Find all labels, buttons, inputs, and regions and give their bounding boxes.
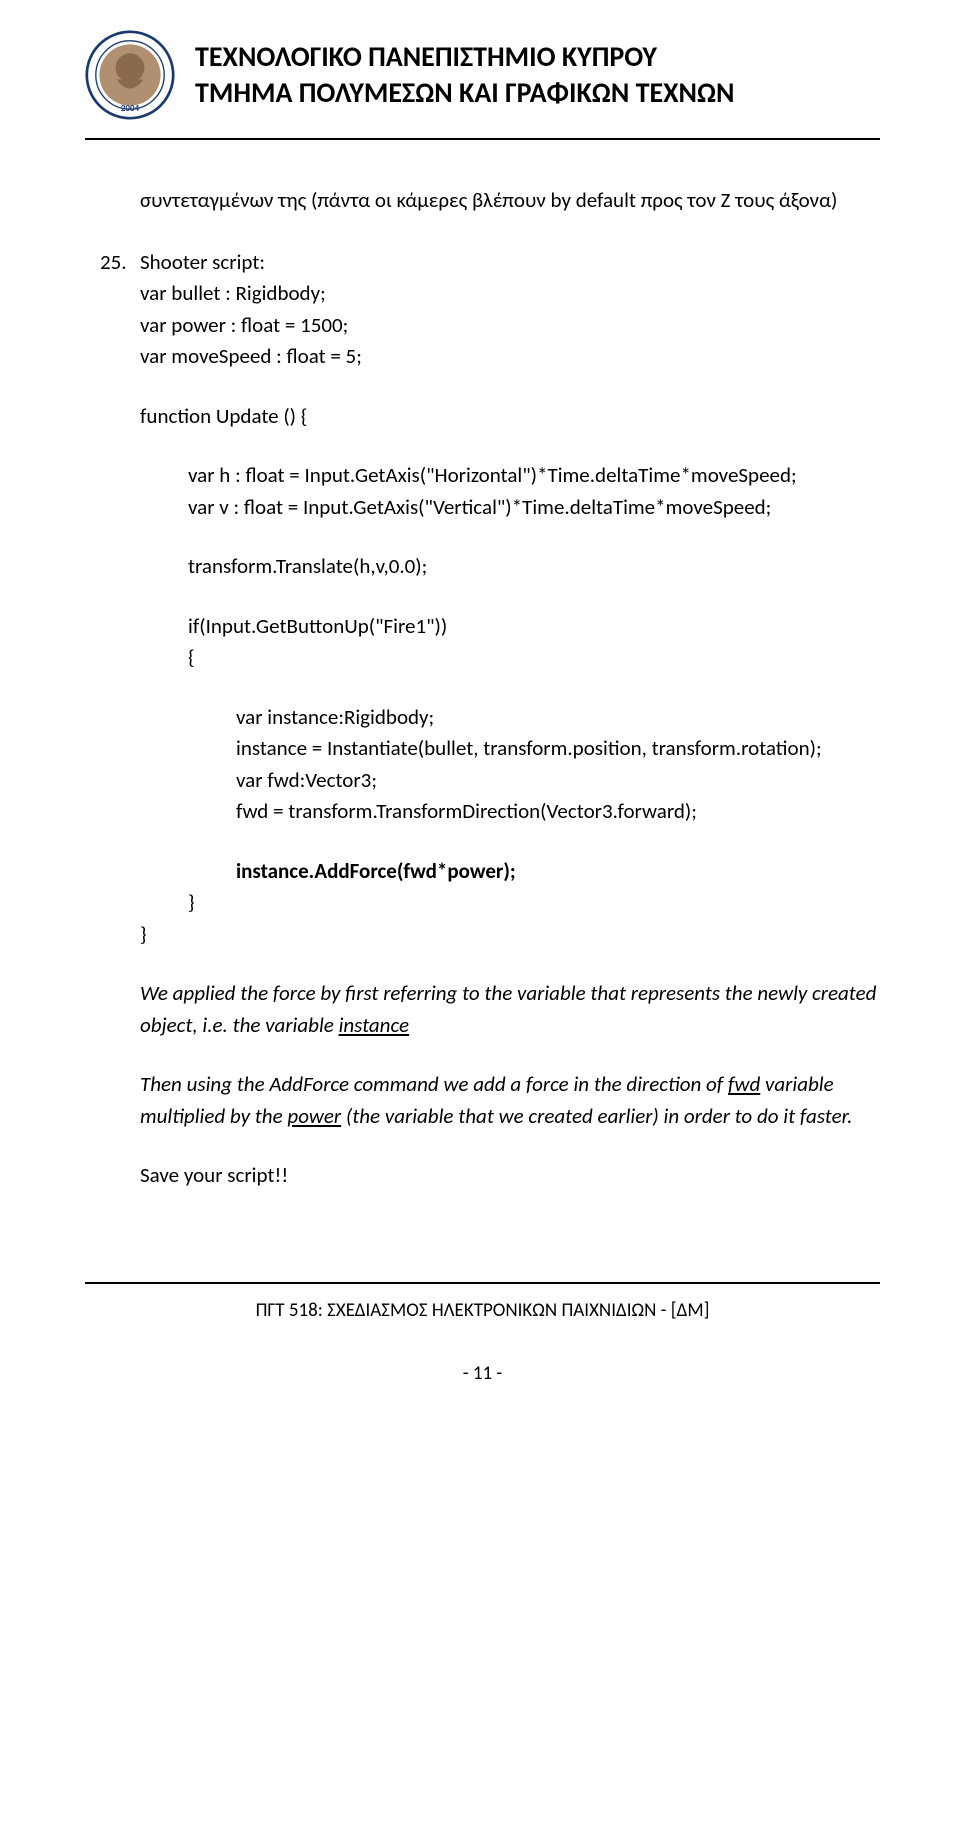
code-line: fwd = transform.TransformDirection(Vecto… [140, 796, 880, 828]
list-number: 25. [100, 247, 127, 279]
footer-divider [85, 1282, 880, 1284]
header-line-2: ΤΜΗΜΑ ΠΟΛΥΜΕΣΩΝ ΚΑΙ ΓΡΑΦΙΚΩΝ ΤΕΧΝΩΝ [195, 75, 735, 111]
body-content: συντεταγμένων της (πάντα οι κάμερες βλέπ… [85, 185, 880, 1192]
code-line: instance = Instantiate(bullet, transform… [140, 733, 880, 765]
list-title: Shooter script: [140, 249, 265, 275]
code-line: var bullet : Rigidbody; [140, 278, 880, 310]
intro-paragraph: συντεταγμένων της (πάντα οι κάμερες βλέπ… [140, 185, 880, 217]
code-line: } [140, 887, 880, 919]
header-divider [85, 138, 880, 140]
university-logo-icon: 2004 [85, 30, 175, 120]
footer-course: ΠΓΤ 518: ΣΧΕΔΙΑΣΜΟΣ ΗΛΕΚΤΡΟΝΙΚΩΝ ΠΑΙΧΝΙΔ… [85, 1299, 880, 1322]
code-line: transform.Translate(h,v,0.0); [140, 551, 880, 583]
code-line: var moveSpeed : float = 5; [140, 341, 880, 373]
header-line-1: ΤΕΧΝΟΛΟΓΙΚΟ ΠΑΝΕΠΙΣΤΗΜΙΟ ΚΥΠΡΟΥ [195, 39, 735, 75]
save-instruction: Save your script!! [140, 1160, 880, 1192]
document-page: 2004 ΤΕΧΝΟΛΟΓΙΚΟ ΠΑΝΕΠΙΣΤΗΜΙΟ ΚΥΠΡΟΥ ΤΜΗ… [0, 0, 960, 1425]
code-line: } [140, 919, 880, 951]
svg-text:2004: 2004 [121, 103, 140, 114]
code-line: if(Input.GetButtonUp("Fire1")) [140, 611, 880, 643]
code-line-bold: instance.AddForce(fwd*power); [140, 856, 880, 888]
code-line: function Update () { [140, 401, 880, 433]
explanation-note-2: Then using the AddForce command we add a… [140, 1069, 880, 1132]
header-title: ΤΕΧΝΟΛΟΓΙΚΟ ΠΑΝΕΠΙΣΤΗΜΙΟ ΚΥΠΡΟΥ ΤΜΗΜΑ ΠΟ… [195, 39, 735, 112]
code-line: { [140, 642, 880, 674]
code-line: var fwd:Vector3; [140, 765, 880, 797]
page-number: - 11 - [85, 1362, 880, 1385]
code-line: var instance:Rigidbody; [140, 702, 880, 734]
code-block: var bullet : Rigidbody; var power : floa… [140, 278, 880, 950]
explanation-note-1: We applied the force by first referring … [140, 978, 880, 1041]
code-line: var v : float = Input.GetAxis("Vertical"… [140, 492, 880, 524]
code-line: var h : float = Input.GetAxis("Horizonta… [140, 460, 880, 492]
code-line: var power : float = 1500; [140, 310, 880, 342]
list-item-25: 25. Shooter script: [105, 247, 880, 279]
page-header: 2004 ΤΕΧΝΟΛΟΓΙΚΟ ΠΑΝΕΠΙΣΤΗΜΙΟ ΚΥΠΡΟΥ ΤΜΗ… [85, 30, 880, 120]
